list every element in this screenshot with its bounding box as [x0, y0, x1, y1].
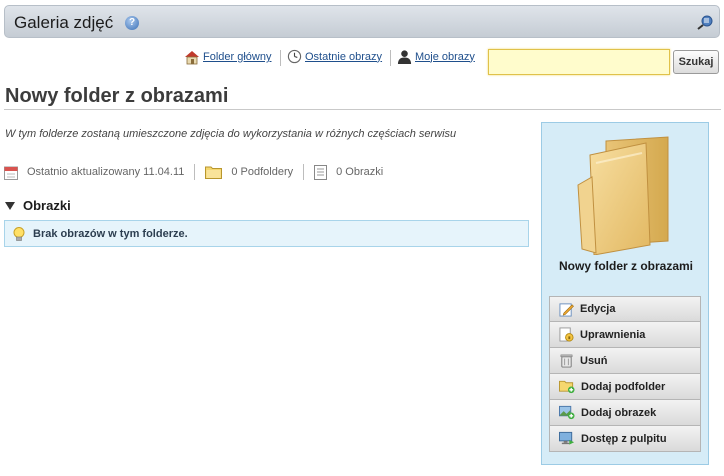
search-input[interactable]	[488, 49, 670, 75]
nav-root-folder-link[interactable]: Folder główny	[203, 51, 271, 63]
meta-images: 0 Obrazki	[314, 164, 384, 180]
section-images-toggle[interactable]: Obrazki	[5, 198, 71, 213]
title-bar: Galeria zdjęć ?	[4, 5, 720, 38]
add-folder-icon	[559, 380, 575, 394]
empty-message: Brak obrazów w tym folderze.	[33, 227, 188, 240]
divider	[390, 50, 391, 66]
toolbar: Folder główny Ostatnie obrazy Moje obraz…	[0, 46, 724, 76]
meta-images-text: 0 Obrazki	[336, 166, 384, 178]
search-button[interactable]: Szukaj	[673, 50, 719, 74]
nav-recent-images-link[interactable]: Ostatnie obrazy	[305, 51, 382, 63]
edit-icon	[559, 302, 574, 317]
trash-icon	[560, 354, 573, 368]
page-title: Nowy folder z obrazami	[5, 85, 229, 107]
action-list: Edycja Uprawnienia Usuń Dodaj podfolder …	[549, 296, 701, 452]
permissions-button[interactable]: Uprawnienia	[549, 322, 701, 348]
help-icon[interactable]: ?	[125, 16, 139, 30]
user-icon	[397, 50, 412, 64]
edit-button[interactable]: Edycja	[549, 296, 701, 322]
lightbulb-icon	[13, 226, 25, 241]
divider	[194, 164, 196, 180]
desktop-icon	[559, 431, 575, 445]
meta-subfolders: 0 Podfoldery	[205, 165, 293, 179]
app-title: Galeria zdjęć	[14, 13, 114, 32]
divider	[280, 50, 281, 66]
add-subfolder-button[interactable]: Dodaj podfolder	[549, 374, 701, 400]
clock-icon	[287, 49, 302, 64]
desktop-access-button-label: Dostęp z pulpitu	[581, 432, 667, 445]
folder-icon	[205, 166, 223, 179]
calendar-icon	[4, 166, 18, 180]
edit-button-label: Edycja	[580, 303, 616, 315]
add-image-button-label: Dodaj obrazek	[581, 406, 657, 419]
meta-updated: Ostatnio aktualizowany 11.04.11	[4, 165, 184, 180]
nav-my-images-link[interactable]: Moje obrazy	[415, 51, 475, 63]
folder-description: W tym folderze zostaną umieszczone zdjęc…	[5, 128, 457, 140]
add-image-button[interactable]: Dodaj obrazek	[549, 400, 701, 426]
delete-button[interactable]: Usuń	[549, 348, 701, 374]
panel-folder-name: Nowy folder z obrazami	[558, 259, 694, 273]
collapse-triangle-icon	[5, 201, 15, 210]
permissions-button-label: Uprawnienia	[580, 328, 646, 341]
section-title: Obrazki	[23, 198, 71, 213]
pin-icon[interactable]	[697, 14, 713, 30]
add-subfolder-button-label: Dodaj podfolder	[581, 380, 666, 393]
meta-subfolders-text: 0 Podfoldery	[231, 166, 294, 178]
permissions-icon	[559, 327, 574, 342]
nav-my-images[interactable]: Moje obrazy	[397, 49, 475, 64]
folder-meta: Ostatnio aktualizowany 11.04.11 0 Podfol…	[4, 163, 383, 181]
add-image-icon	[559, 405, 575, 420]
desktop-access-button[interactable]: Dostęp z pulpitu	[549, 426, 701, 452]
delete-button-label: Usuń	[580, 354, 608, 367]
empty-info-box: Brak obrazów w tym folderze.	[4, 220, 529, 247]
large-folder-icon	[577, 136, 669, 255]
divider	[303, 164, 305, 180]
meta-updated-text: Ostatnio aktualizowany 11.04.11	[27, 166, 185, 178]
home-icon	[185, 51, 199, 65]
folder-side-panel: Nowy folder z obrazami Edycja Uprawnieni…	[541, 122, 709, 465]
nav-recent-images[interactable]: Ostatnie obrazy	[287, 49, 382, 64]
document-icon	[314, 164, 328, 180]
nav-root-folder[interactable]: Folder główny	[184, 49, 271, 65]
heading-divider	[4, 109, 721, 110]
